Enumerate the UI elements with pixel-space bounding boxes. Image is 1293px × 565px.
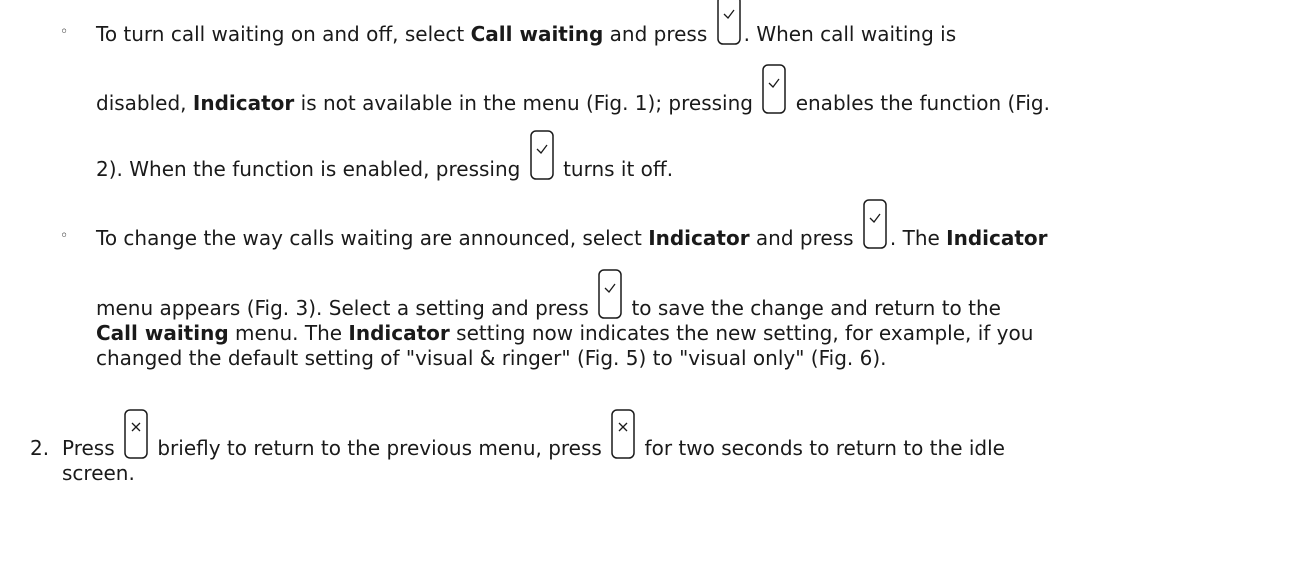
bullet-marker: ◦	[60, 24, 69, 40]
text: 2). When the function is enabled, pressi…	[96, 157, 527, 181]
bullet1-line2: disabled, Indicator is not available in …	[96, 64, 1050, 115]
bold-term-indicator: Indicator	[192, 91, 295, 115]
step-number: 2.	[30, 436, 50, 460]
instruction-text: ◦ To turn call waiting on and off, selec…	[0, 0, 1293, 565]
text: and press	[749, 226, 860, 250]
bold-term-call-waiting: Call waiting	[96, 321, 229, 345]
bold-term-call-waiting: Call waiting	[470, 22, 604, 46]
text: Press	[62, 436, 121, 460]
x-key-icon	[124, 409, 148, 459]
checkmark-key-icon	[529, 130, 554, 180]
text: setting now indicates the new setting, f…	[449, 321, 1034, 345]
text: enables the function (Fig.	[789, 91, 1050, 115]
text: for two seconds to return to the idle	[638, 436, 1005, 460]
text: menu appears (Fig. 3). Select a setting …	[96, 296, 596, 320]
text: changed the default setting of "visual &…	[96, 346, 887, 370]
text: briefly to return to the previous menu, …	[151, 436, 609, 460]
bold-term-indicator: Indicator	[648, 226, 750, 250]
checkmark-key-icon	[598, 269, 622, 319]
text: is not available in the menu (Fig. 1); p…	[294, 91, 760, 115]
text: and press	[603, 22, 714, 46]
text: to save the change and return to the	[625, 296, 1001, 320]
bold-term-indicator: Indicator	[348, 321, 450, 345]
checkmark-key-icon	[716, 0, 741, 45]
step2-line2: screen.	[62, 461, 135, 485]
bullet1-line1: To turn call waiting on and off, select …	[96, 0, 957, 46]
bullet2-line2: menu appears (Fig. 3). Select a setting …	[96, 269, 1001, 320]
step2-line1: Press briefly to return to the previous …	[62, 409, 1005, 460]
text: . When call waiting is	[743, 22, 957, 46]
bullet2-line4: changed the default setting of "visual &…	[96, 346, 887, 370]
checkmark-key-icon	[762, 64, 787, 114]
bullet2-line3: Call waiting menu. The Indicator setting…	[96, 321, 1033, 345]
text: turns it off.	[556, 157, 674, 181]
text: screen.	[62, 461, 135, 485]
x-key-icon	[611, 409, 635, 459]
text: disabled,	[96, 91, 193, 115]
text: . The	[889, 226, 947, 250]
bold-term-indicator: Indicator	[946, 226, 1048, 250]
checkmark-key-icon	[863, 199, 887, 249]
bullet1-line3: 2). When the function is enabled, pressi…	[96, 130, 674, 181]
text: To change the way calls waiting are anno…	[96, 226, 649, 250]
text: To turn call waiting on and off, select	[96, 22, 471, 46]
bullet2-line1: To change the way calls waiting are anno…	[96, 199, 1048, 250]
text: menu. The	[228, 321, 349, 345]
bullet-marker: ◦	[60, 228, 69, 244]
